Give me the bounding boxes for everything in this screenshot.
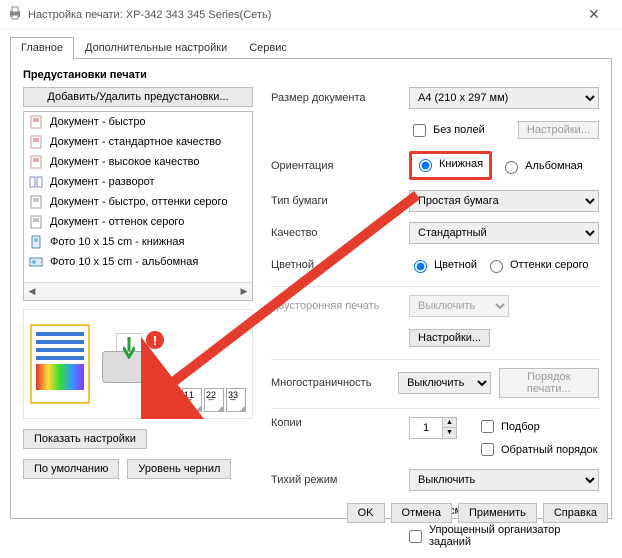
page-order-2: 2̲2 — [204, 388, 224, 412]
multipage-select[interactable]: Выключить — [398, 372, 490, 394]
doc-icon — [28, 154, 44, 170]
quality-select[interactable]: Стандартный — [409, 222, 599, 244]
tab-main[interactable]: Главное — [10, 37, 74, 59]
h-scrollbar[interactable]: ◀▶ — [24, 282, 252, 300]
cancel-button[interactable]: Отмена — [391, 503, 452, 523]
window-title: Настройка печати: XP-342 343 345 Series(… — [28, 9, 574, 21]
simplified-checkbox[interactable]: Упрощенный организатор заданий — [405, 524, 599, 548]
list-item[interactable]: Документ - оттенок серого — [24, 212, 252, 232]
apply-button[interactable]: Применить — [458, 503, 537, 523]
orientation-landscape-radio[interactable]: Альбомная — [500, 158, 583, 174]
ok-button[interactable]: OK — [347, 503, 385, 523]
show-settings-button[interactable]: Показать настройки — [23, 429, 147, 449]
doc-size-label: Размер документа — [271, 92, 401, 104]
orientation-label: Ориентация — [271, 160, 401, 172]
printer-icon — [8, 6, 22, 23]
list-item[interactable]: Документ - стандартное качество — [24, 132, 252, 152]
color-gray-radio[interactable]: Оттенки серого — [485, 257, 588, 273]
borderless-settings-button[interactable]: Настройки... — [518, 121, 599, 139]
page-order-icons: 1̲1 2̲2 3̲3 — [182, 388, 246, 412]
duplex-settings-button[interactable]: Настройки... — [409, 329, 490, 347]
list-item-label: Документ - быстро — [50, 116, 146, 128]
doc-icon — [28, 134, 44, 150]
duplex-select[interactable]: Выключить — [409, 295, 509, 317]
page-thumbnail — [30, 324, 90, 404]
paper-type-label: Тип бумаги — [271, 195, 401, 207]
list-item[interactable]: Документ - высокое качество — [24, 152, 252, 172]
borderless-checkbox[interactable]: Без полей — [409, 121, 485, 140]
photo-portrait-icon — [28, 234, 44, 250]
presets-heading: Предустановки печати — [23, 69, 599, 81]
color-color-radio[interactable]: Цветной — [409, 257, 477, 273]
ink-levels-button[interactable]: Уровень чернил — [127, 459, 231, 479]
doc-icon — [28, 114, 44, 130]
duplex-label: Двусторонняя печать — [271, 300, 401, 312]
quiet-select[interactable]: Выключить — [409, 469, 599, 491]
paper-type-select[interactable]: Простая бумага — [409, 190, 599, 212]
list-item[interactable]: Документ - быстро, оттенки серого — [24, 192, 252, 212]
presets-listbox[interactable]: Документ - быстро Документ - стандартное… — [23, 111, 253, 301]
multipage-label: Многостраничность — [271, 377, 390, 389]
orientation-highlight: Книжная — [409, 151, 492, 180]
defaults-button[interactable]: По умолчанию — [23, 459, 119, 479]
photo-landscape-icon — [28, 254, 44, 270]
list-item-label: Документ - стандартное качество — [50, 136, 221, 148]
scroll-left-icon[interactable]: ◀ — [24, 286, 40, 297]
copies-input[interactable] — [410, 418, 442, 438]
page-order-1: 1̲1 — [182, 388, 202, 412]
list-item[interactable]: Фото 10 x 15 cm - книжная — [24, 232, 252, 252]
tab-advanced[interactable]: Дополнительные настройки — [74, 37, 238, 59]
scroll-right-icon[interactable]: ▶ — [236, 286, 252, 297]
list-item-label: Фото 10 x 15 cm - книжная — [50, 236, 184, 248]
quiet-label: Тихий режим — [271, 474, 401, 486]
spin-down-icon[interactable]: ▼ — [442, 428, 456, 438]
alert-icon: ! — [146, 331, 164, 349]
tab-bar: Главное Дополнительные настройки Сервис — [10, 36, 612, 59]
doc-gray-icon — [28, 214, 44, 230]
color-label: Цветной — [271, 259, 401, 271]
quality-label: Качество — [271, 227, 401, 239]
preview-panel: ! 1̲1 2̲2 3̲3 — [23, 309, 253, 419]
reverse-checkbox[interactable]: Обратный порядок — [477, 440, 597, 459]
feed-arrow-icon — [123, 337, 135, 359]
list-item-label: Документ - оттенок серого — [50, 216, 184, 228]
collate-checkbox[interactable]: Подбор — [477, 417, 597, 436]
close-icon[interactable]: ✕ — [574, 6, 614, 23]
page-order-button[interactable]: Порядок печати... — [499, 368, 599, 398]
page-order-3: 3̲3 — [226, 388, 246, 412]
spin-up-icon[interactable]: ▲ — [442, 418, 456, 428]
titlebar: Настройка печати: XP-342 343 345 Series(… — [0, 0, 622, 30]
doc-gray-icon — [28, 194, 44, 210]
copies-label: Копии — [271, 417, 401, 429]
list-item-label: Документ - высокое качество — [50, 156, 199, 168]
list-item-label: Фото 10 x 15 cm - альбомная — [50, 256, 198, 268]
list-item-label: Документ - разворот — [50, 176, 155, 188]
orientation-portrait-radio[interactable]: Книжная — [414, 156, 483, 172]
list-item[interactable]: Фото 10 x 15 cm - альбомная — [24, 252, 252, 272]
list-item[interactable]: Документ - быстро — [24, 112, 252, 132]
add-remove-presets-button[interactable]: Добавить/Удалить предустановки... — [23, 87, 253, 107]
tab-panel-main: Предустановки печати Добавить/Удалить пр… — [10, 59, 612, 519]
tab-service[interactable]: Сервис — [238, 37, 298, 59]
list-item-label: Документ - быстро, оттенки серого — [50, 196, 227, 208]
help-button[interactable]: Справка — [543, 503, 608, 523]
list-item[interactable]: Документ - разворот — [24, 172, 252, 192]
spread-icon — [28, 174, 44, 190]
doc-size-select[interactable]: A4 (210 x 297 мм) — [409, 87, 599, 109]
printer-image: ! — [96, 329, 166, 399]
copies-spinner[interactable]: ▲▼ — [409, 417, 457, 439]
